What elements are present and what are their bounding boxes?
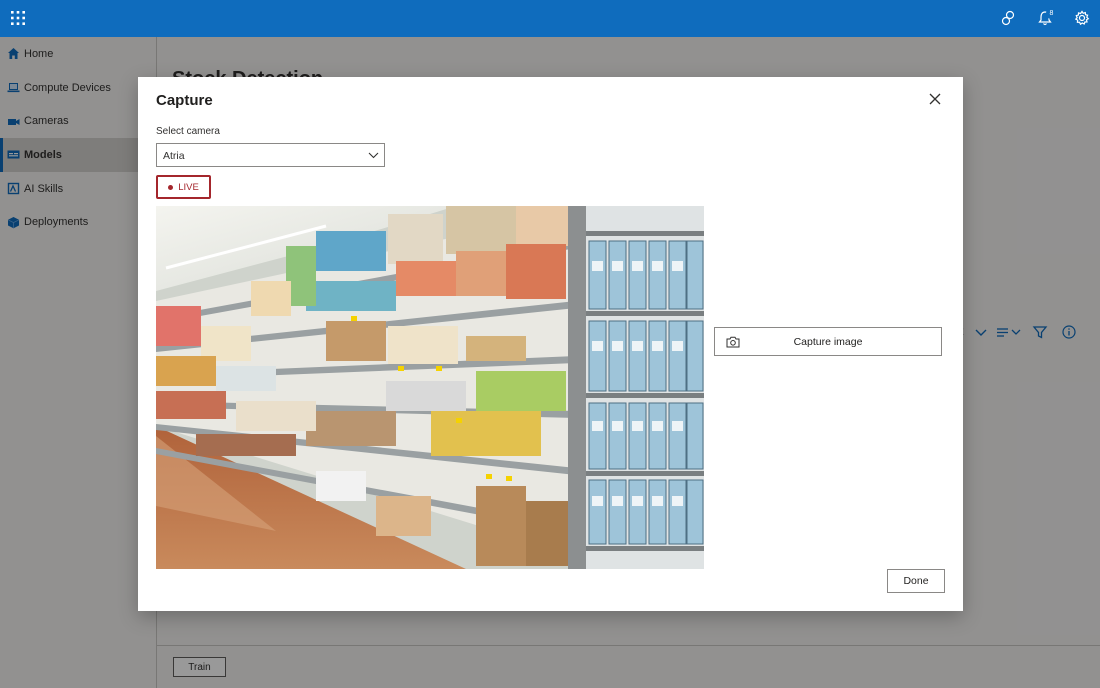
settings-icon[interactable] [1073, 9, 1091, 27]
camera-select[interactable]: Atria [156, 143, 385, 167]
notification-badge: 8 [1046, 8, 1057, 19]
close-icon[interactable] [928, 92, 942, 106]
camera-icon [726, 336, 740, 348]
select-camera-label: Select camera [156, 126, 220, 137]
capture-image-label: Capture image [793, 335, 863, 348]
capture-image-button[interactable]: Capture image [714, 327, 942, 356]
dialog-title: Capture [156, 92, 213, 109]
chevron-down-icon [368, 152, 379, 159]
done-button[interactable]: Done [887, 569, 945, 593]
capture-dialog: Capture Select camera Atria LIVE Capture… [138, 77, 963, 611]
live-indicator: LIVE [156, 175, 211, 199]
app-launcher-icon[interactable] [10, 10, 26, 26]
camera-select-value: Atria [163, 150, 185, 162]
top-bar: 8 [0, 0, 1100, 37]
camera-feed-image [156, 206, 704, 569]
connect-icon[interactable] [999, 9, 1017, 27]
live-label: LIVE [178, 181, 199, 193]
live-dot [168, 184, 174, 190]
